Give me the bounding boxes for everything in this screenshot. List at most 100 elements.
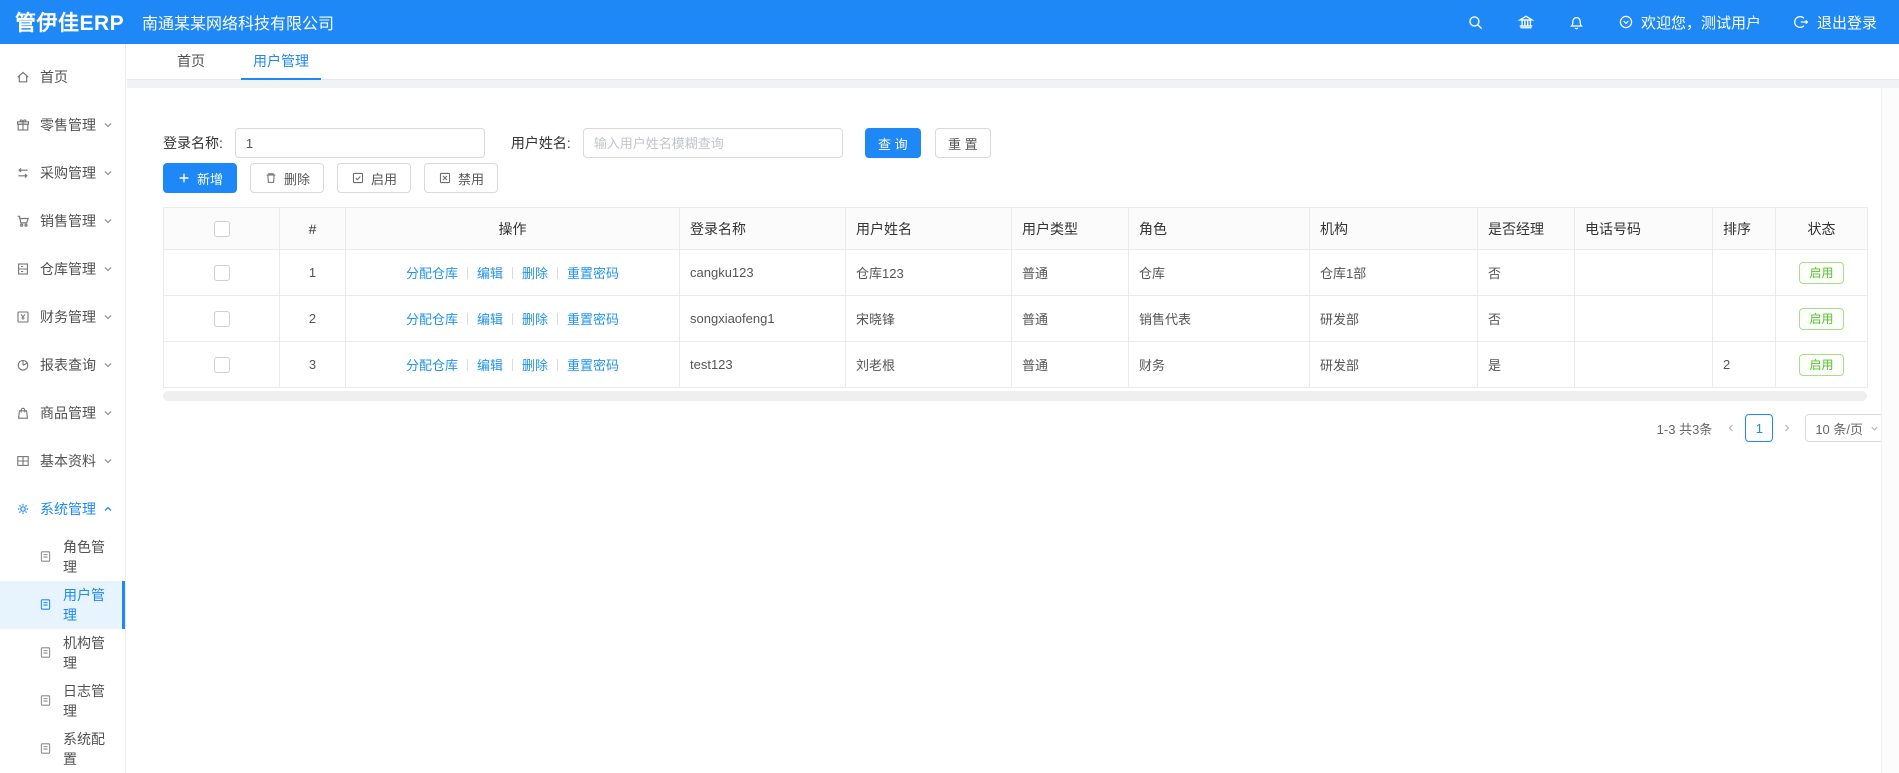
- cell-org: 仓库1部: [1309, 249, 1478, 296]
- assign-warehouse-link[interactable]: 分配仓库: [406, 312, 458, 327]
- sidebar-item-role-management[interactable]: 角色管理: [0, 533, 125, 581]
- reset-password-link[interactable]: 重置密码: [567, 358, 619, 373]
- document-icon: [38, 741, 54, 757]
- disable-button[interactable]: 禁用: [424, 163, 499, 193]
- sidebar-item-purchase[interactable]: 采购管理: [0, 149, 125, 197]
- table-horizontal-scrollbar[interactable]: [163, 391, 1867, 401]
- assign-warehouse-link[interactable]: 分配仓库: [406, 358, 458, 373]
- next-page-icon[interactable]: [1782, 423, 1792, 433]
- delete-link[interactable]: 删除: [522, 266, 548, 281]
- edit-link[interactable]: 编辑: [477, 312, 503, 327]
- bank-icon[interactable]: [1517, 13, 1535, 31]
- sidebar-item-goods[interactable]: 商品管理: [0, 389, 125, 437]
- cell-login: cangku123: [679, 249, 846, 296]
- col-actions: 操作: [345, 207, 680, 250]
- cell-role: 财务: [1128, 341, 1310, 388]
- link-separator: [512, 313, 513, 325]
- check-square-icon: [351, 171, 365, 185]
- cell-phone: [1574, 295, 1713, 342]
- user-name-input[interactable]: [582, 128, 843, 158]
- reset-password-link[interactable]: 重置密码: [567, 266, 619, 281]
- sidebar-item-home[interactable]: 首页: [0, 53, 125, 101]
- sidebar-item-label: 基本资料: [40, 453, 96, 469]
- page-number[interactable]: 1: [1745, 414, 1774, 442]
- link-separator: [466, 359, 468, 371]
- row-checkbox[interactable]: [213, 264, 230, 281]
- page-size-select[interactable]: 10 条/页: [1805, 414, 1888, 442]
- edit-link[interactable]: 编辑: [477, 266, 503, 281]
- sidebar-item-label: 销售管理: [40, 213, 96, 229]
- col-login-name: 登录名称: [679, 207, 846, 250]
- sidebar-item-log-management[interactable]: 日志管理: [0, 677, 125, 725]
- x-square-icon: [438, 171, 452, 185]
- logout-button[interactable]: 退出登录: [1794, 12, 1877, 33]
- layout-divider: [127, 80, 1899, 88]
- status-badge[interactable]: 启用: [1799, 353, 1844, 376]
- delete-button[interactable]: 删除: [250, 163, 325, 193]
- finance-icon: [15, 309, 31, 325]
- col-status: 状态: [1775, 207, 1868, 250]
- user-menu[interactable]: 欢迎您，测试用户: [1618, 12, 1761, 33]
- company-name: 南通某某网络科技有限公司: [142, 16, 335, 33]
- content-scrollbar[interactable]: [1881, 88, 1899, 773]
- col-phone: 电话号码: [1574, 207, 1713, 250]
- report-pie-icon: [15, 357, 31, 373]
- sidebar-item-basic-data[interactable]: 基本资料: [0, 437, 125, 485]
- cell-phone: [1574, 341, 1713, 388]
- cell-org: 研发部: [1309, 295, 1478, 342]
- assign-warehouse-link[interactable]: 分配仓库: [406, 266, 458, 281]
- enable-button[interactable]: 启用: [337, 163, 412, 193]
- link-separator: [466, 313, 468, 325]
- sidebar-item-warehouse[interactable]: 仓库管理: [0, 245, 125, 293]
- bell-icon[interactable]: [1568, 14, 1585, 31]
- sidebar-item-retail[interactable]: 零售管理: [0, 101, 125, 149]
- reset-button[interactable]: 重 置: [934, 128, 991, 158]
- login-name-label: 登录名称:: [163, 135, 223, 151]
- page-content: 登录名称: 用户姓名: 查 询 重 置 新增 删除 启用 禁用: [127, 128, 1899, 442]
- row-checkbox[interactable]: [213, 356, 230, 373]
- sidebar-item-label: 首页: [40, 69, 68, 85]
- cell-manager: 否: [1477, 295, 1575, 342]
- row-actions: 分配仓库 编辑 删除 重置密码: [345, 249, 680, 296]
- row-checkbox[interactable]: [213, 310, 230, 327]
- cell-role: 仓库: [1128, 249, 1310, 296]
- sidebar-item-org-management[interactable]: 机构管理: [0, 629, 125, 677]
- delete-link[interactable]: 删除: [522, 358, 548, 373]
- cell-name: 刘老根: [845, 341, 1012, 388]
- table-row: 2 分配仓库 编辑 删除 重置密码 songxiaofeng1 宋晓锋 普通 销售代表…: [163, 295, 1868, 342]
- chevron-down-icon: [103, 216, 113, 226]
- status-badge[interactable]: 启用: [1799, 261, 1844, 284]
- sidebar-item-user-management[interactable]: 用户管理: [0, 581, 125, 629]
- sidebar-item-label: 财务管理: [40, 309, 96, 325]
- add-button[interactable]: 新增: [163, 163, 238, 193]
- delete-link[interactable]: 删除: [522, 312, 548, 327]
- search-button[interactable]: 查 询: [864, 128, 921, 158]
- cell-org: 研发部: [1309, 341, 1478, 388]
- app-logo: 管伊佳ERP: [15, 12, 125, 35]
- prev-page-icon[interactable]: [1726, 423, 1736, 433]
- document-icon: [38, 549, 54, 565]
- tab-home[interactable]: 首页: [165, 44, 217, 80]
- sidebar-item-finance[interactable]: 财务管理: [0, 293, 125, 341]
- sidebar-item-system-config[interactable]: 系统配置: [0, 725, 125, 773]
- status-badge[interactable]: 启用: [1799, 307, 1844, 330]
- login-name-input[interactable]: [234, 128, 485, 158]
- search-icon[interactable]: [1467, 14, 1484, 31]
- gear-icon: [15, 501, 31, 517]
- edit-link[interactable]: 编辑: [477, 358, 503, 373]
- col-user-name: 用户姓名: [845, 207, 1012, 250]
- tab-user-management[interactable]: 用户管理: [241, 44, 321, 80]
- cell-type: 普通: [1011, 295, 1129, 342]
- sidebar-item-reports[interactable]: 报表查询: [0, 341, 125, 389]
- reset-password-link[interactable]: 重置密码: [567, 312, 619, 327]
- sidebar-item-system[interactable]: 系统管理: [0, 485, 125, 533]
- col-user-type: 用户类型: [1011, 207, 1129, 250]
- sidebar-item-sales[interactable]: 销售管理: [0, 197, 125, 245]
- row-index: 2: [279, 295, 346, 342]
- cell-phone: [1574, 249, 1713, 296]
- tab-bar: 首页 用户管理: [127, 44, 1899, 80]
- select-all-checkbox[interactable]: [213, 221, 230, 238]
- col-index: #: [279, 207, 346, 250]
- trash-icon: [264, 171, 278, 185]
- chevron-down-circle-icon: [1619, 15, 1633, 29]
